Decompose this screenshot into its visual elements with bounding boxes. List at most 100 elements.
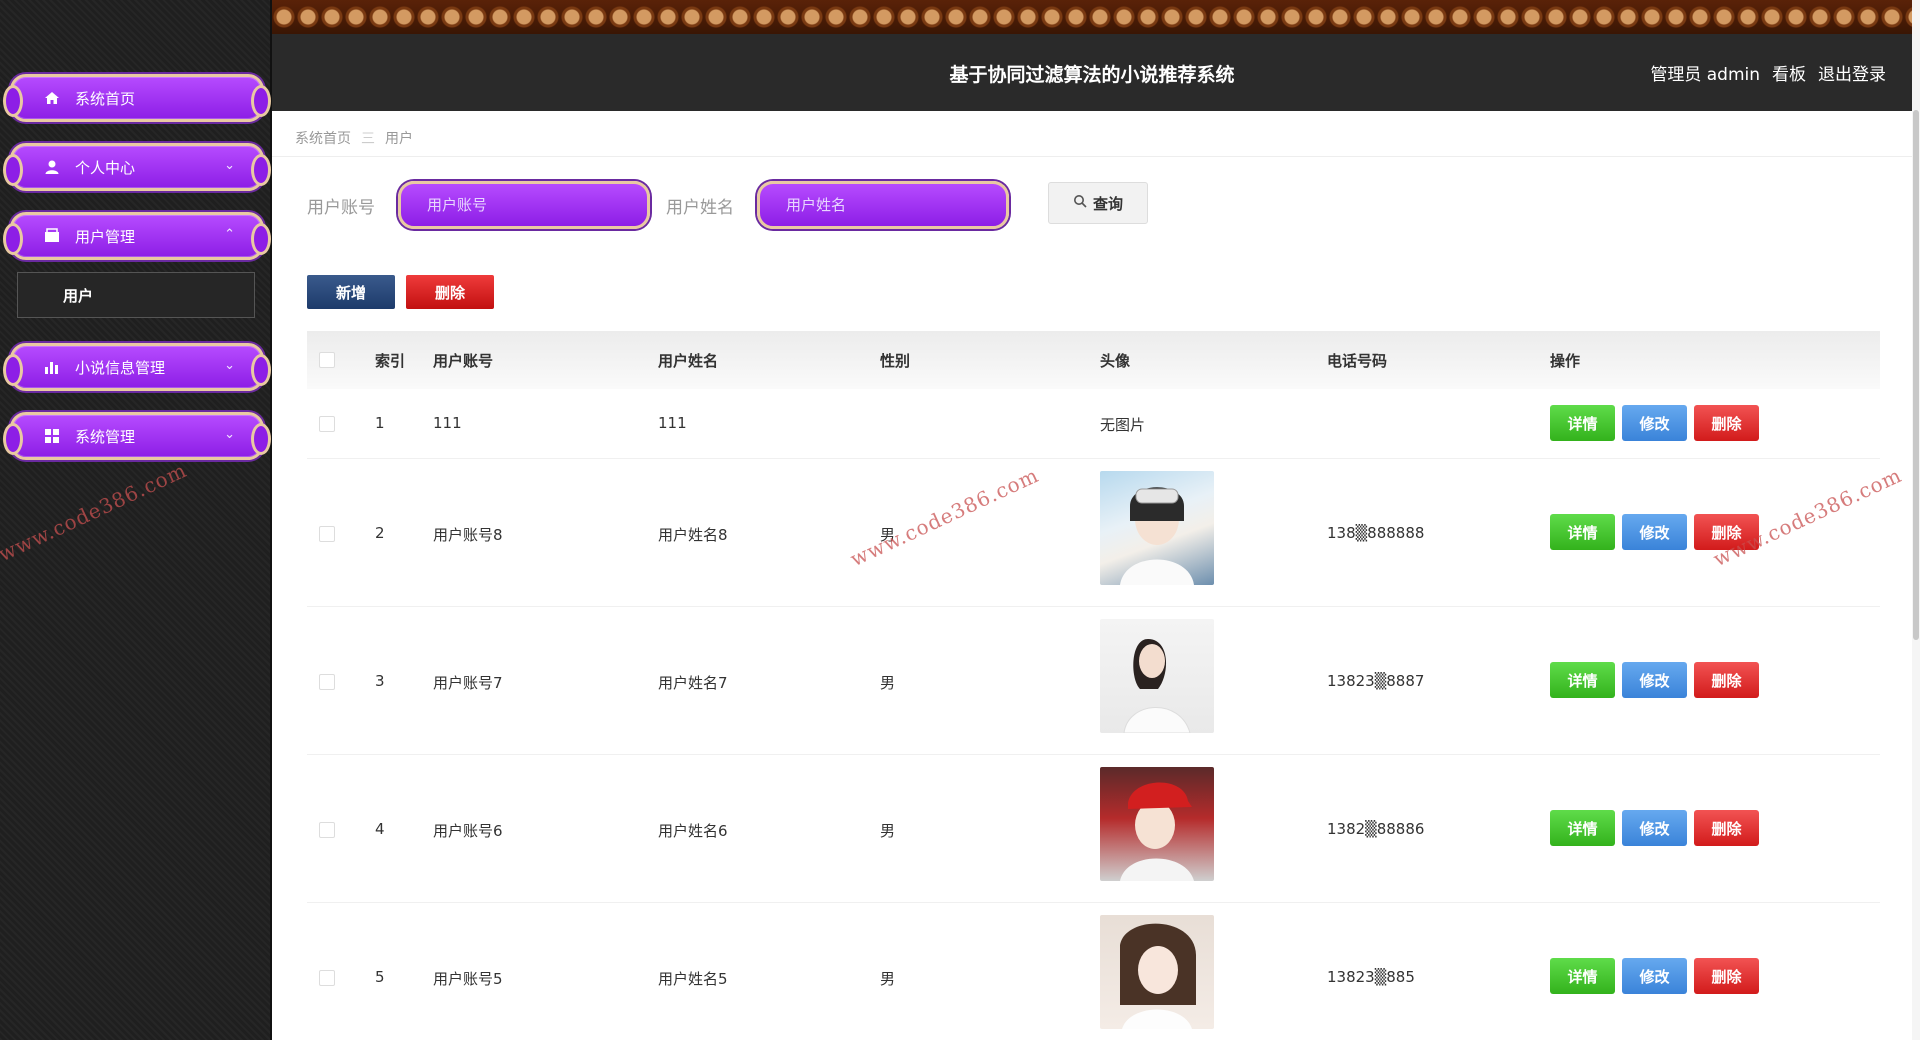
admin-label: 管理员 admin <box>1650 65 1760 85</box>
header-user-menu: 管理员 admin 看板 退出登录 <box>1650 60 1886 85</box>
edit-button[interactable]: 修改 <box>1622 405 1687 441</box>
sidebar-item-label: 个人中心 <box>75 158 136 177</box>
search-icon <box>1073 194 1087 212</box>
detail-button[interactable]: 详情 <box>1550 514 1615 550</box>
folder-icon <box>43 227 61 245</box>
breadcrumb-separator: 三 <box>361 131 375 147</box>
query-button-label: 查询 <box>1092 194 1123 213</box>
sidebar-item-home[interactable]: 系统首页 <box>3 74 271 122</box>
logout-link[interactable]: 退出登录 <box>1818 60 1886 85</box>
avatar <box>1100 471 1214 585</box>
row-phone: 13823▒885 <box>1327 968 1415 986</box>
row-name: 用户姓名8 <box>658 526 728 544</box>
detail-button[interactable]: 详情 <box>1550 662 1615 698</box>
row-checkbox[interactable] <box>319 822 335 838</box>
row-name: 111 <box>658 414 687 432</box>
add-button[interactable]: 新增 <box>307 275 395 309</box>
sidebar-item-profile[interactable]: 个人中心 ⌄ <box>3 143 271 191</box>
table-row: 5 用户账号5 用户姓名5 男 13823▒885 详情 修改 删除 <box>307 903 1880 1040</box>
delete-button[interactable]: 删除 <box>1694 958 1759 994</box>
bulk-delete-button[interactable]: 删除 <box>406 275 494 309</box>
row-account: 111 <box>433 414 462 432</box>
column-header-avatar: 头像 <box>1100 352 1131 370</box>
row-avatar-empty: 无图片 <box>1100 416 1146 434</box>
row-name: 用户姓名5 <box>658 970 728 988</box>
edit-button[interactable]: 修改 <box>1622 810 1687 846</box>
sidebar-subitem-users[interactable]: 用户 <box>17 272 255 318</box>
chevron-down-icon: ⌄ <box>224 158 235 173</box>
row-checkbox[interactable] <box>319 674 335 690</box>
delete-button[interactable]: 删除 <box>1694 662 1759 698</box>
row-gender: 男 <box>880 674 896 692</box>
account-search-input[interactable] <box>398 181 650 229</box>
row-phone: 138▒888888 <box>1327 524 1425 542</box>
sidebar-item-user-management[interactable]: 用户管理 ⌃ <box>3 212 271 260</box>
edit-button[interactable]: 修改 <box>1622 514 1687 550</box>
breadcrumb-home[interactable]: 系统首页 <box>295 128 351 148</box>
avatar <box>1100 767 1214 881</box>
delete-button[interactable]: 删除 <box>1694 810 1759 846</box>
watermark: www.code386.com <box>0 457 191 567</box>
table-row: 4 用户账号6 用户姓名6 男 1382▒88886 详情 修改 删除 <box>307 755 1880 903</box>
account-search-label: 用户账号 <box>307 198 375 218</box>
column-header-index: 索引 <box>375 352 406 370</box>
row-index: 3 <box>375 672 385 690</box>
name-search-input[interactable] <box>757 181 1009 229</box>
chevron-down-icon: ⌄ <box>224 358 235 373</box>
row-account: 用户账号6 <box>433 822 503 840</box>
row-gender: 男 <box>880 970 896 988</box>
breadcrumb: 系统首页 三 用户 <box>295 128 413 148</box>
sidebar-item-label: 小说信息管理 <box>75 358 166 377</box>
table-row: 3 用户账号7 用户姓名7 男 13823▒8887 详情 修改 删除 <box>307 607 1880 755</box>
sidebar-subitem-label: 用户 <box>63 286 94 305</box>
row-name: 用户姓名6 <box>658 822 728 840</box>
chevron-down-icon: ⌄ <box>224 427 235 442</box>
row-phone: 13823▒8887 <box>1327 672 1425 690</box>
row-checkbox[interactable] <box>319 526 335 542</box>
row-account: 用户账号5 <box>433 970 503 988</box>
avatar <box>1100 915 1214 1029</box>
home-icon <box>43 89 61 107</box>
query-button[interactable]: 查询 <box>1048 182 1148 224</box>
board-link[interactable]: 看板 <box>1772 60 1806 85</box>
sidebar-item-label: 系统管理 <box>75 427 136 446</box>
row-index: 1 <box>375 414 385 432</box>
column-header-actions: 操作 <box>1550 352 1581 370</box>
select-all-checkbox[interactable] <box>319 352 335 368</box>
detail-button[interactable]: 详情 <box>1550 958 1615 994</box>
sidebar-item-novel-management[interactable]: 小说信息管理 ⌄ <box>3 343 271 391</box>
breadcrumb-current: 用户 <box>385 131 413 147</box>
edit-button[interactable]: 修改 <box>1622 662 1687 698</box>
row-phone: 1382▒88886 <box>1327 820 1425 838</box>
row-index: 2 <box>375 524 385 542</box>
sidebar-item-label: 用户管理 <box>75 227 136 246</box>
name-search-label: 用户姓名 <box>666 198 734 218</box>
page-scrollbar[interactable] <box>1912 0 1920 1040</box>
edit-button[interactable]: 修改 <box>1622 958 1687 994</box>
chevron-up-icon: ⌃ <box>224 227 235 242</box>
row-index: 5 <box>375 968 385 986</box>
detail-button[interactable]: 详情 <box>1550 810 1615 846</box>
row-account: 用户账号8 <box>433 526 503 544</box>
avatar <box>1100 619 1214 733</box>
table-row: 2 用户账号8 用户姓名8 男 138▒888888 详情 修改 删除 <box>307 459 1880 607</box>
scrollbar-thumb[interactable] <box>1913 110 1919 640</box>
header: 基于协同过滤算法的小说推荐系统 管理员 admin 看板 退出登录 <box>272 0 1912 111</box>
divider <box>272 156 1912 157</box>
bar-chart-icon <box>43 358 61 376</box>
row-index: 4 <box>375 820 385 838</box>
detail-button[interactable]: 详情 <box>1550 405 1615 441</box>
row-gender: 男 <box>880 822 896 840</box>
table-header: 索引 用户账号 用户姓名 性别 头像 电话号码 操作 <box>307 331 1880 389</box>
column-header-account: 用户账号 <box>433 352 494 370</box>
header-decorative-border <box>272 0 1912 34</box>
row-checkbox[interactable] <box>319 970 335 986</box>
column-header-phone: 电话号码 <box>1327 352 1388 370</box>
column-header-gender: 性别 <box>880 352 911 370</box>
table-row: 1 111 111 无图片 详情 修改 删除 <box>307 389 1880 459</box>
row-account: 用户账号7 <box>433 674 503 692</box>
row-checkbox[interactable] <box>319 416 335 432</box>
column-header-name: 用户姓名 <box>658 352 719 370</box>
sidebar-item-system-management[interactable]: 系统管理 ⌄ <box>3 412 271 460</box>
delete-button[interactable]: 删除 <box>1694 405 1759 441</box>
